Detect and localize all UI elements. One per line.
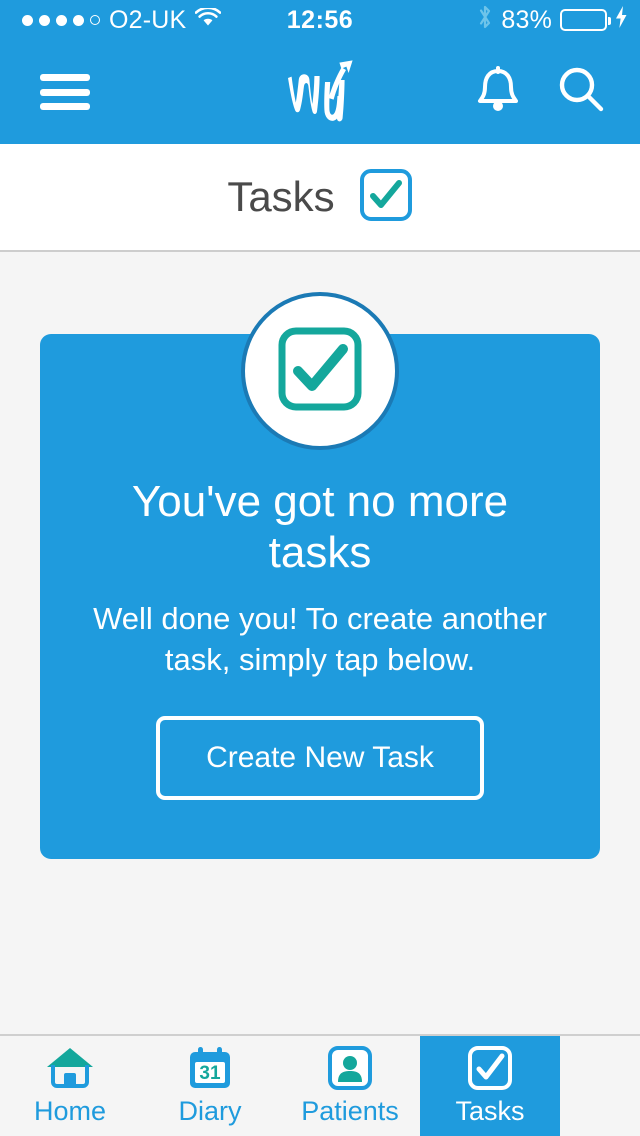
status-bar-right: 83% (477, 0, 628, 40)
app-navbar (0, 40, 640, 144)
app-screen: O2-UK 12:56 83% Tasks You've got no more… (0, 0, 640, 1136)
search-icon[interactable] (556, 64, 606, 121)
bottom-tab-bar: Home 31 Diary Patients Tasks (0, 1034, 640, 1136)
tab-label-diary: Diary (178, 1096, 242, 1126)
clock-label: 12:56 (286, 5, 354, 34)
tab-patients[interactable]: Patients (280, 1036, 420, 1136)
bell-icon[interactable] (474, 64, 522, 121)
empty-state-heading: You've got no more tasks (131, 477, 509, 577)
hamburger-bar (40, 103, 90, 110)
lightning-bolt-icon (615, 5, 628, 36)
tab-home[interactable]: Home (0, 1036, 140, 1136)
battery-percent-label: 83% (501, 5, 552, 34)
create-new-task-button[interactable]: Create New Task (156, 716, 484, 800)
tab-label-home: Home (33, 1096, 107, 1126)
checkbox-tick-icon (466, 1045, 514, 1091)
status-bar: O2-UK 12:56 83% (0, 0, 640, 40)
hamburger-bar (40, 88, 90, 96)
tab-bar-trailing-space (560, 1036, 640, 1136)
tab-label-patients: Patients (301, 1096, 399, 1126)
calendar-icon: 31 (186, 1045, 234, 1091)
battery-icon (560, 9, 611, 31)
calendar-day-number: 31 (199, 1063, 221, 1084)
empty-state-badge (241, 292, 399, 450)
home-icon (45, 1045, 95, 1091)
checkbox-tick-icon (359, 168, 413, 227)
navbar-actions (474, 64, 606, 121)
page-title: Tasks (227, 173, 335, 220)
hamburger-bar (40, 74, 90, 81)
tab-tasks[interactable]: Tasks (420, 1036, 560, 1136)
checkbox-tick-icon (274, 323, 366, 420)
content-area: You've got no more tasks Well done you! … (0, 252, 640, 1034)
bluetooth-icon (477, 4, 493, 37)
page-title-bar: Tasks (0, 144, 640, 252)
tab-label-tasks: Tasks (455, 1096, 525, 1126)
empty-state-subtitle: Well done you! To create another task, s… (93, 601, 547, 677)
tab-diary[interactable]: 31 Diary (140, 1036, 280, 1136)
empty-state-card: You've got no more tasks Well done you! … (40, 292, 600, 859)
person-icon (327, 1045, 373, 1091)
hamburger-menu-icon[interactable] (40, 74, 90, 110)
